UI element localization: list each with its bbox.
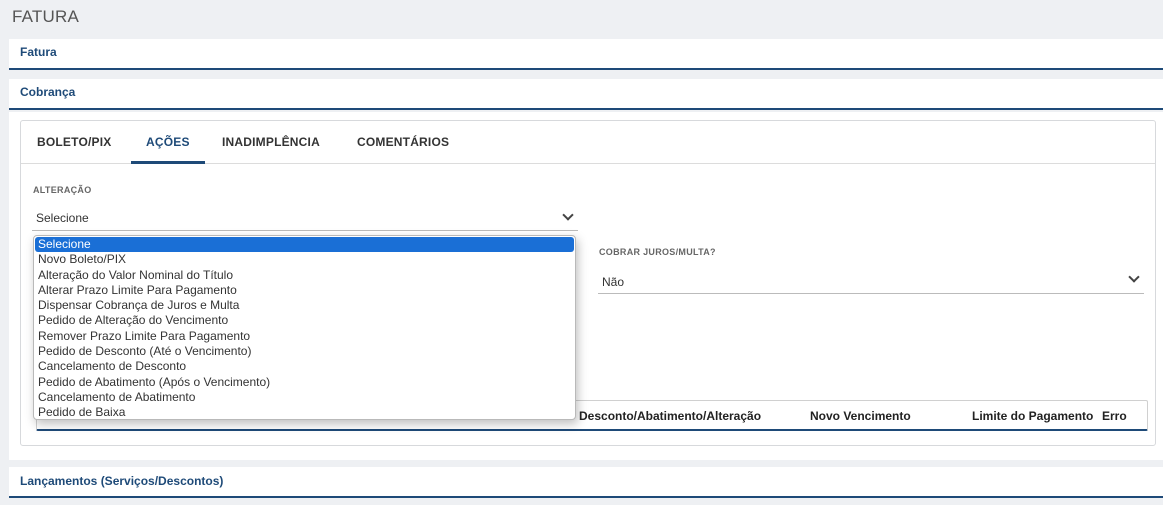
cobrar-juros-select[interactable]: Não <box>598 268 1144 294</box>
dropdown-option[interactable]: Remover Prazo Limite Para Pagamento <box>35 329 574 344</box>
alteracao-dropdown-list[interactable]: Selecione Novo Boleto/PIX Alteração do V… <box>33 235 576 420</box>
cobranca-panel[interactable]: Cobrança <box>9 79 1163 110</box>
cobrar-juros-label: COBRAR JUROS/MULTA? <box>599 247 716 257</box>
tab-comentarios[interactable]: COMENTÁRIOS <box>357 135 449 149</box>
lancamentos-panel-header[interactable]: Lançamentos (Serviços/Descontos) <box>9 467 1163 495</box>
cobrar-juros-select-value: Não <box>602 275 625 289</box>
dropdown-option[interactable]: Pedido de Abatimento (Após o Vencimento) <box>35 375 574 390</box>
cobranca-panel-header[interactable]: Cobrança <box>9 79 1163 105</box>
page-title: FATURA <box>12 7 80 26</box>
column-header: Limite do Pagamento <box>972 409 1094 423</box>
dropdown-option[interactable]: Pedido de Baixa <box>35 405 574 420</box>
fatura-panel-header[interactable]: Fatura <box>9 39 1163 66</box>
tab-bar: BOLETO/PIX AÇÕES INADIMPLÊNCIA COMENTÁRI… <box>21 121 1155 164</box>
tab-boleto-pix[interactable]: BOLETO/PIX <box>37 135 111 149</box>
fatura-panel[interactable]: Fatura <box>9 39 1163 70</box>
alteracao-select-value: Selecione <box>36 211 89 225</box>
dropdown-option[interactable]: Pedido de Alteração do Vencimento <box>35 313 574 328</box>
dropdown-option[interactable]: Novo Boleto/PIX <box>35 252 574 267</box>
column-header: Desconto/Abatimento/Alteração <box>579 409 762 423</box>
dropdown-option[interactable]: Alterar Prazo Limite Para Pagamento <box>35 283 574 298</box>
column-header: Erro <box>1102 409 1127 423</box>
column-header: Novo Vencimento <box>810 409 911 423</box>
dropdown-option[interactable]: Alteração do Valor Nominal do Título <box>35 268 574 283</box>
chevron-down-icon <box>562 209 574 221</box>
dropdown-option[interactable]: Selecione <box>35 237 574 253</box>
dropdown-option[interactable]: Cancelamento de Desconto <box>35 359 574 374</box>
chevron-down-icon <box>1128 271 1140 283</box>
lancamentos-panel[interactable]: Lançamentos (Serviços/Descontos) <box>9 467 1163 498</box>
dropdown-option[interactable]: Cancelamento de Abatimento <box>35 390 574 405</box>
alteracao-label: ALTERAÇÃO <box>33 185 92 195</box>
tab-acoes[interactable]: AÇÕES <box>146 135 190 149</box>
tab-inadimplencia[interactable]: INADIMPLÊNCIA <box>222 135 320 149</box>
alteracao-select[interactable]: Selecione <box>32 205 578 231</box>
dropdown-option[interactable]: Dispensar Cobrança de Juros e Multa <box>35 298 574 313</box>
dropdown-option[interactable]: Pedido de Desconto (Até o Vencimento) <box>35 344 574 359</box>
active-tab-indicator <box>131 161 205 164</box>
